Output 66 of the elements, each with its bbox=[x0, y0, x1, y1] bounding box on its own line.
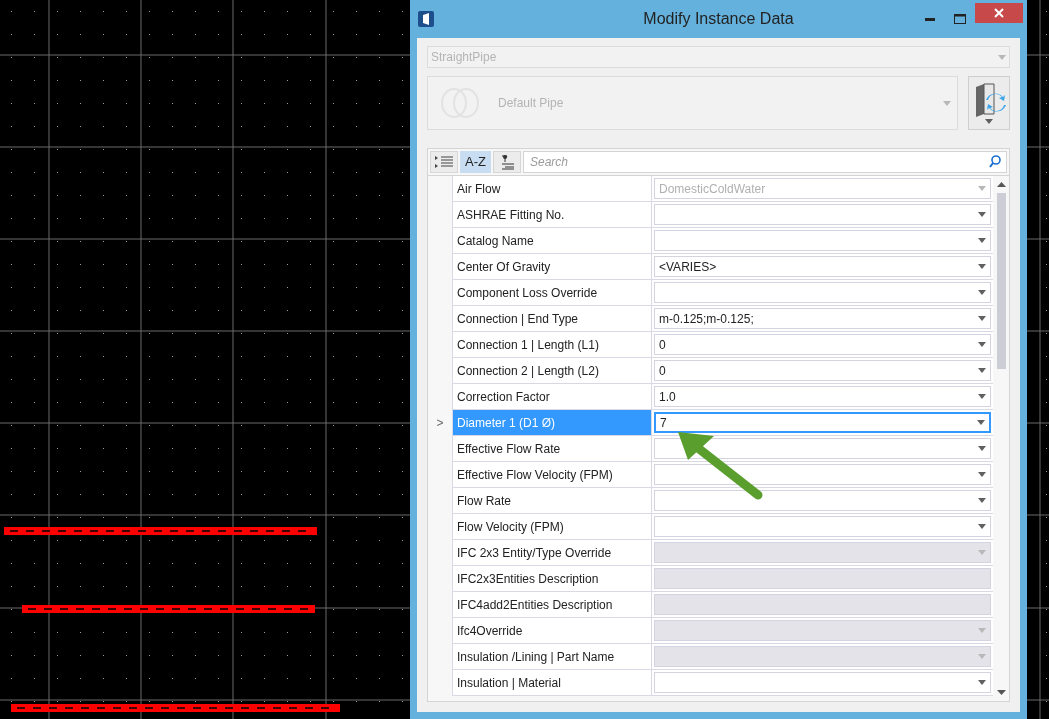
property-name[interactable]: Correction Factor bbox=[452, 384, 652, 410]
caret-icon bbox=[978, 394, 986, 399]
value-dropdown[interactable] bbox=[654, 282, 991, 303]
toolbar-button[interactable]: A-Z bbox=[460, 151, 491, 173]
caret-icon bbox=[978, 498, 986, 503]
caret-icon bbox=[978, 212, 986, 217]
close-icon bbox=[994, 8, 1004, 18]
property-name[interactable]: Connection 2 | Length (L2) bbox=[452, 358, 652, 384]
caret-icon bbox=[978, 472, 986, 477]
caret-icon bbox=[943, 100, 951, 106]
property-name[interactable]: Insulation | Material bbox=[452, 670, 652, 696]
caret-icon bbox=[998, 54, 1006, 60]
scroll-down-icon bbox=[996, 690, 1006, 695]
caret-icon bbox=[978, 290, 986, 295]
caret-icon bbox=[978, 628, 986, 633]
property-name[interactable]: ASHRAE Fitting No. bbox=[452, 202, 652, 228]
maximize-icon bbox=[954, 14, 966, 24]
value-dropdown[interactable]: 0 bbox=[654, 360, 991, 381]
value-dropdown[interactable] bbox=[654, 438, 991, 459]
toolbar-button[interactable] bbox=[492, 151, 521, 173]
search-icon bbox=[989, 155, 1001, 168]
value-dropdown[interactable] bbox=[654, 516, 991, 537]
caret-icon bbox=[978, 654, 986, 659]
close-button[interactable] bbox=[975, 3, 1023, 23]
value-dropdown[interactable]: 7 bbox=[654, 412, 991, 433]
property-name[interactable]: Air Flow bbox=[452, 176, 652, 202]
caret-icon bbox=[978, 524, 986, 529]
row-marker: > bbox=[436, 415, 444, 432]
minimize-icon bbox=[925, 17, 935, 21]
caret-icon bbox=[978, 264, 986, 269]
property-name[interactable]: Effective Flow Rate bbox=[452, 436, 652, 462]
caret-icon bbox=[978, 342, 986, 347]
property-name[interactable]: Center Of Gravity bbox=[452, 254, 652, 280]
caret-icon bbox=[978, 238, 986, 243]
value-dropdown[interactable] bbox=[654, 490, 991, 511]
caret-icon bbox=[978, 550, 986, 555]
window-title: Modify Instance Data bbox=[643, 9, 794, 29]
search-field[interactable]: Search bbox=[522, 151, 1007, 173]
scroll-up-icon bbox=[996, 182, 1006, 187]
value-dropdown[interactable] bbox=[654, 672, 991, 693]
property-name[interactable]: Connection 1 | Length (L1) bbox=[452, 332, 652, 358]
caret-icon bbox=[978, 316, 986, 321]
value-dropdown[interactable]: 1.0 bbox=[654, 386, 991, 407]
caret-icon bbox=[978, 680, 986, 685]
app-icon bbox=[418, 11, 434, 27]
toolbar-button[interactable] bbox=[430, 151, 458, 173]
caret-icon bbox=[985, 118, 993, 124]
property-name[interactable]: Connection | End Type bbox=[452, 306, 652, 332]
property-name[interactable]: Flow Velocity (FPM) bbox=[452, 514, 652, 540]
property-name[interactable]: Flow Rate bbox=[452, 488, 652, 514]
list-icon bbox=[435, 156, 453, 168]
refresh-button[interactable] bbox=[968, 76, 1010, 130]
caret-icon bbox=[978, 186, 986, 191]
property-name[interactable]: Component Loss Override bbox=[452, 280, 652, 306]
property-name[interactable]: Catalog Name bbox=[452, 228, 652, 254]
value-dropdown[interactable] bbox=[654, 464, 991, 485]
caret-icon bbox=[978, 368, 986, 373]
property-name[interactable]: Effective Flow Velocity (FPM) bbox=[452, 462, 652, 488]
value-dropdown[interactable] bbox=[654, 204, 991, 225]
value-dropdown[interactable]: 0 bbox=[654, 334, 991, 355]
scroll-thumb[interactable] bbox=[996, 193, 1006, 369]
caret-icon bbox=[978, 446, 986, 451]
value-dropdown[interactable] bbox=[654, 230, 991, 251]
value-dropdown[interactable]: <VARIES> bbox=[654, 256, 991, 277]
caret-icon bbox=[977, 420, 985, 425]
value-dropdown[interactable]: m-0.125;m-0.125; bbox=[654, 308, 991, 329]
